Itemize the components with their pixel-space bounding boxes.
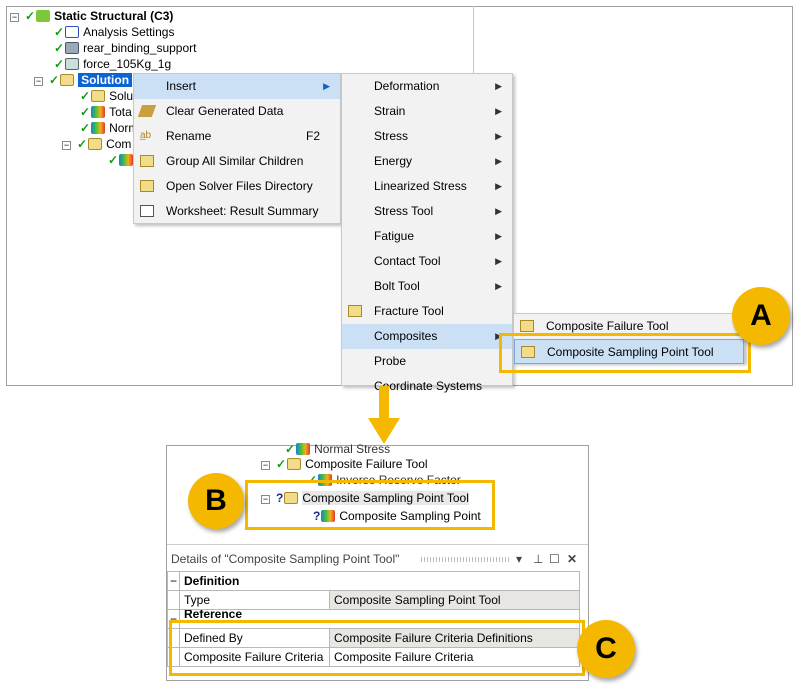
- check-icon: ✓: [108, 153, 119, 167]
- check-icon: ✓: [276, 457, 287, 471]
- tree-node-total[interactable]: ✓ Tota: [80, 104, 132, 120]
- menu-item-fracture-tool[interactable]: Fracture Tool: [342, 299, 512, 324]
- callout-a: A: [732, 287, 790, 345]
- rename-icon: a̲b: [140, 130, 152, 141]
- folder-icon: [140, 155, 154, 167]
- callout-b: B: [188, 473, 244, 529]
- submenu-arrow-icon: ▶: [495, 281, 502, 291]
- maximize-icon[interactable]: ☐: [549, 550, 560, 568]
- check-icon: ✓: [54, 41, 65, 55]
- submenu-arrow-icon: ▶: [495, 131, 502, 141]
- collapse-icon[interactable]: −: [34, 77, 43, 86]
- result-icon: [91, 122, 106, 134]
- details-title: Details of "Composite Sampling Point Too…: [171, 552, 400, 566]
- menu-item-fatigue[interactable]: Fatigue ▶: [342, 224, 512, 249]
- highlight-box-b: [245, 480, 495, 530]
- check-icon: ✓: [49, 73, 60, 87]
- menu-item-stress-tool[interactable]: Stress Tool ▶: [342, 199, 512, 224]
- tree-node-analysis-settings[interactable]: ✓ Analysis Settings: [54, 24, 174, 40]
- tree-node-composite-failure-tool[interactable]: − ✓ Composite Failure Tool: [261, 456, 428, 472]
- collapse-icon[interactable]: −: [167, 571, 180, 591]
- menu-item-linearized-stress[interactable]: Linearized Stress ▶: [342, 174, 512, 199]
- drag-grip[interactable]: [421, 557, 511, 562]
- tree-node-composite[interactable]: − ✓ Com: [62, 136, 131, 152]
- menu-item-clear-generated-data[interactable]: Clear Generated Data: [134, 99, 340, 124]
- insert-submenu: Deformation ▶ Strain ▶ Stress ▶ Energy ▶ Lineari…: [341, 73, 513, 393]
- open-folder-icon: [140, 180, 154, 192]
- highlight-box-a: [499, 333, 751, 373]
- result-icon: [91, 106, 106, 118]
- tree-node-solution-info[interactable]: ✓ Solu: [80, 88, 133, 104]
- tree-node-static-structural[interactable]: − ✓ Static Structural (C3): [10, 8, 173, 24]
- menu-item-probe[interactable]: Probe: [342, 349, 512, 374]
- collapse-icon[interactable]: −: [10, 13, 19, 22]
- static-structural-icon: [36, 10, 51, 22]
- details-header: Details of "Composite Sampling Point Too…: [171, 550, 585, 568]
- submenu-arrow-icon: ▶: [495, 81, 502, 91]
- analysis-settings-icon: [65, 26, 80, 38]
- section-definition[interactable]: − Definition: [167, 571, 580, 591]
- menu-item-bolt-tool[interactable]: Bolt Tool ▶: [342, 274, 512, 299]
- result-icon: [119, 154, 134, 166]
- submenu-arrow-icon: ▶: [495, 231, 502, 241]
- submenu-arrow-icon: ▶: [495, 181, 502, 191]
- check-icon: ✓: [80, 121, 91, 135]
- solution-folder-icon: [60, 74, 75, 86]
- close-icon[interactable]: ✕: [567, 550, 577, 568]
- tool-folder-icon: [88, 138, 103, 150]
- menu-item-group-children[interactable]: Group All Similar Children: [134, 149, 340, 174]
- pin-icon[interactable]: ⊥: [533, 550, 543, 568]
- tree-node-force[interactable]: ✓ force_105Kg_1g: [54, 56, 171, 72]
- check-icon: ✓: [77, 137, 88, 151]
- menu-item-contact-tool[interactable]: Contact Tool ▶: [342, 249, 512, 274]
- collapse-icon[interactable]: −: [261, 461, 270, 470]
- details-row-type[interactable]: Type Composite Sampling Point Tool: [167, 590, 580, 610]
- menu-item-stress[interactable]: Stress ▶: [342, 124, 512, 149]
- tree-node-solution[interactable]: − ✓ Solution: [34, 72, 133, 88]
- submenu-arrow-icon: ▶: [495, 106, 502, 116]
- folder-icon: [520, 320, 534, 332]
- support-icon: [65, 42, 80, 54]
- tree-node-support[interactable]: ✓ rear_binding_support: [54, 40, 196, 56]
- force-icon: [65, 58, 80, 70]
- eraser-icon: [137, 105, 157, 117]
- submenu-arrow-icon: ▶: [495, 206, 502, 216]
- check-icon: ✓: [80, 105, 91, 119]
- collapse-icon[interactable]: −: [62, 141, 71, 150]
- menu-item-composites[interactable]: Composites ▶: [342, 324, 512, 349]
- check-icon: ✓: [25, 9, 36, 23]
- submenu-arrow-icon: ▶: [495, 256, 502, 266]
- tree-node-normal-stress[interactable]: ✓ Normal Stress: [285, 441, 390, 457]
- check-icon: ✓: [54, 57, 65, 71]
- callout-c: C: [577, 620, 635, 678]
- info-icon: [91, 90, 106, 102]
- submenu-arrow-icon: ▶: [323, 81, 330, 91]
- result-icon: [296, 443, 311, 455]
- panel-divider: [473, 6, 474, 76]
- menu-item-insert[interactable]: Insert ▶: [134, 74, 340, 99]
- menu-item-rename[interactable]: a̲b Rename F2: [134, 124, 340, 149]
- menu-item-energy[interactable]: Energy ▶: [342, 149, 512, 174]
- tool-folder-icon: [287, 458, 302, 470]
- check-icon: ✓: [54, 25, 65, 39]
- menu-item-strain[interactable]: Strain ▶: [342, 99, 512, 124]
- check-icon: ✓: [285, 442, 296, 456]
- fracture-tool-icon: [348, 305, 362, 317]
- check-icon: ✓: [80, 89, 91, 103]
- menu-item-deformation[interactable]: Deformation ▶: [342, 74, 512, 99]
- submenu-arrow-icon: ▶: [495, 156, 502, 166]
- context-menu: Insert ▶ Clear Generated Data a̲b Rename F2…: [133, 73, 341, 224]
- menu-item-worksheet[interactable]: Worksheet: Result Summary: [134, 199, 340, 224]
- menu-item-open-solver-files[interactable]: Open Solver Files Directory: [134, 174, 340, 199]
- divider: [167, 544, 588, 545]
- dropdown-icon[interactable]: ▾: [516, 550, 522, 568]
- worksheet-icon: [140, 205, 154, 217]
- highlight-box-c: [169, 620, 585, 676]
- arrow-down-icon: [368, 386, 400, 444]
- tree-node-normal[interactable]: ✓ Norm: [80, 120, 138, 136]
